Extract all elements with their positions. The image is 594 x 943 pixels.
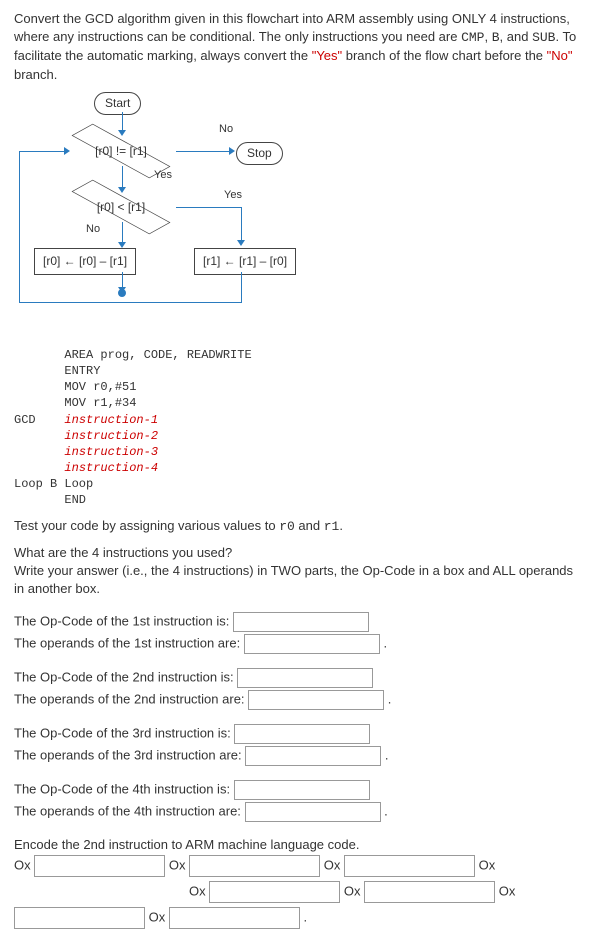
encode-label: Encode the 2nd instruction to ARM machin… bbox=[14, 836, 580, 854]
label-yes: Yes bbox=[154, 168, 172, 183]
encode-in-3[interactable] bbox=[344, 855, 475, 877]
input-opcode-4[interactable] bbox=[234, 780, 370, 800]
encode-in-4[interactable] bbox=[209, 881, 340, 903]
period: . bbox=[304, 909, 308, 924]
label-no: No bbox=[219, 122, 233, 137]
label-opr2: The operands of the 2nd instruction are: bbox=[14, 692, 245, 707]
encode-in-1[interactable] bbox=[34, 855, 165, 877]
ox-label: Ox bbox=[14, 857, 31, 872]
ox-label: Ox bbox=[479, 857, 496, 872]
box-sub-r1: [r1] ← [r1] – [r0] bbox=[194, 248, 296, 275]
input-opcode-1[interactable] bbox=[233, 612, 369, 632]
input-operands-3[interactable] bbox=[245, 746, 381, 766]
encode-in-6[interactable] bbox=[14, 907, 145, 929]
period: . bbox=[384, 804, 388, 819]
encode-in-2[interactable] bbox=[189, 855, 320, 877]
question-intro: What are the 4 instructions you used? Wr… bbox=[14, 544, 580, 599]
flowchart: Start [r0] != [r1] No Stop Yes [r0] < [r… bbox=[14, 92, 324, 337]
stop-oval: Stop bbox=[236, 142, 283, 165]
label-opr1: The operands of the 1st instruction are: bbox=[14, 636, 240, 651]
box-sub-r0: [r0] ← [r0] – [r1] bbox=[34, 248, 136, 275]
encode-in-5[interactable] bbox=[364, 881, 495, 903]
period: . bbox=[385, 748, 389, 763]
ox-label: Ox bbox=[499, 883, 516, 898]
label-opr3: The operands of the 3rd instruction are: bbox=[14, 748, 242, 763]
ox-label: Ox bbox=[189, 883, 206, 898]
diamond-lt: [r0] < [r1] bbox=[66, 192, 176, 222]
encode-in-7[interactable] bbox=[169, 907, 300, 929]
code-listing: AREA prog, CODE, READWRITE ENTRY MOV r0,… bbox=[14, 347, 580, 509]
period: . bbox=[383, 636, 387, 651]
label-op2: The Op-Code of the 2nd instruction is: bbox=[14, 670, 234, 685]
input-operands-1[interactable] bbox=[244, 634, 380, 654]
input-opcode-3[interactable] bbox=[234, 724, 370, 744]
label-op4: The Op-Code of the 4th instruction is: bbox=[14, 782, 230, 797]
input-operands-4[interactable] bbox=[245, 802, 381, 822]
ox-label: Ox bbox=[344, 883, 361, 898]
start-oval: Start bbox=[94, 92, 141, 115]
label-no2: No bbox=[86, 222, 100, 237]
input-opcode-2[interactable] bbox=[237, 668, 373, 688]
period: . bbox=[388, 692, 392, 707]
test-line: Test your code by assigning various valu… bbox=[14, 517, 580, 536]
label-op1: The Op-Code of the 1st instruction is: bbox=[14, 614, 229, 629]
input-operands-2[interactable] bbox=[248, 690, 384, 710]
ox-label: Ox bbox=[169, 857, 186, 872]
intro-text: Convert the GCD algorithm given in this … bbox=[14, 10, 580, 84]
label-opr4: The operands of the 4th instruction are: bbox=[14, 804, 241, 819]
label-yes2: Yes bbox=[224, 188, 242, 203]
diamond-ne: [r0] != [r1] bbox=[66, 136, 176, 166]
label-op3: The Op-Code of the 3rd instruction is: bbox=[14, 726, 231, 741]
ox-label: Ox bbox=[324, 857, 341, 872]
ox-label: Ox bbox=[149, 909, 166, 924]
